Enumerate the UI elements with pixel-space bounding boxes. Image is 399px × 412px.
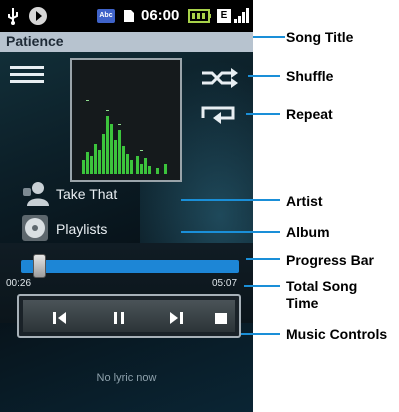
label-artist: Artist — [286, 193, 323, 209]
label-total-song-time: Total Song Time — [286, 278, 358, 311]
label-album: Album — [286, 224, 330, 240]
label-music-controls: Music Controls — [286, 326, 388, 342]
label-progress-bar: Progress Bar — [286, 252, 374, 268]
callout-lines — [181, 36, 285, 335]
label-song-title: Song Title — [286, 29, 354, 45]
label-shuffle: Shuffle — [286, 68, 334, 84]
label-repeat: Repeat — [286, 106, 333, 122]
